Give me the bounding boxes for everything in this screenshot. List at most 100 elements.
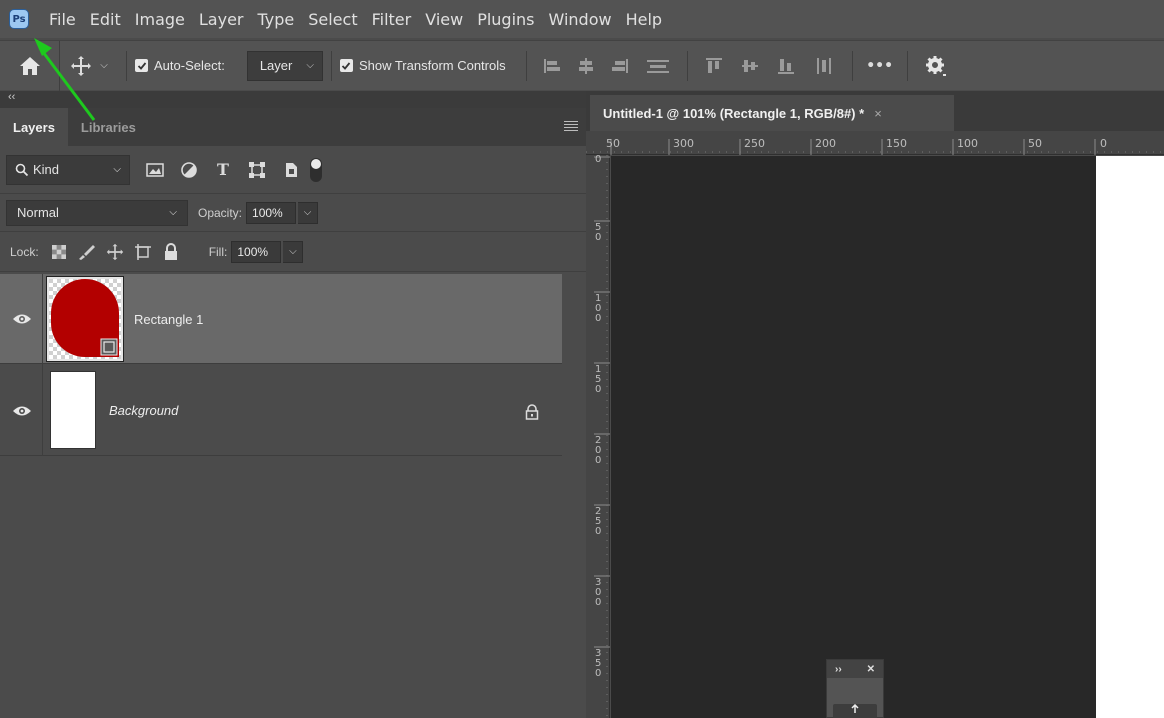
panel-tab-bar: Layers Libraries bbox=[0, 108, 586, 146]
photoshop-logo-icon[interactable]: Ps bbox=[9, 9, 29, 29]
ruler-label: 0 bbox=[1100, 137, 1107, 150]
align-top-icon[interactable] bbox=[696, 56, 732, 76]
checkbox-icon[interactable] bbox=[339, 59, 353, 72]
visibility-eye-icon[interactable] bbox=[12, 404, 32, 418]
logo-text: Ps bbox=[12, 13, 26, 25]
align-right-icon[interactable] bbox=[603, 56, 637, 76]
ruler-label: 50 bbox=[595, 222, 602, 243]
ruler-label: 200 bbox=[815, 137, 836, 150]
layer-thumbnail[interactable] bbox=[46, 276, 124, 362]
ruler-label: 300 bbox=[595, 577, 602, 608]
align-bottom-icon[interactable] bbox=[768, 56, 804, 76]
chevron-down-icon[interactable]: ⌵ bbox=[100, 60, 108, 71]
document-canvas[interactable] bbox=[1096, 156, 1164, 718]
menu-layer[interactable]: Layer bbox=[199, 10, 244, 29]
layer-row-rectangle-1[interactable]: Rectangle 1 bbox=[0, 274, 562, 364]
layers-list: Rectangle 1 Background bbox=[0, 274, 562, 456]
opacity-input[interactable]: 100% bbox=[246, 201, 297, 224]
expand-icon[interactable]: ›› bbox=[835, 664, 842, 675]
align-left-icon[interactable] bbox=[535, 56, 569, 76]
layer-name-background[interactable]: Background bbox=[109, 403, 178, 418]
show-transform-checkbox[interactable]: Show Transform Controls bbox=[339, 58, 506, 73]
search-icon bbox=[15, 163, 29, 176]
lock-position-icon[interactable] bbox=[101, 243, 129, 261]
opacity-label: Opacity: bbox=[198, 205, 243, 220]
checkbox-icon[interactable] bbox=[135, 59, 148, 72]
blend-mode-value: Normal bbox=[17, 205, 59, 220]
ruler-label: 100 bbox=[957, 137, 978, 150]
menu-window[interactable]: Window bbox=[549, 10, 612, 29]
menu-edit[interactable]: Edit bbox=[90, 10, 121, 29]
chevron-down-icon: ⌵ bbox=[306, 60, 314, 71]
type-layer-filter-icon[interactable]: T bbox=[206, 160, 240, 179]
adjustment-layer-filter-icon[interactable] bbox=[172, 161, 206, 179]
align-vcenter-icon[interactable] bbox=[732, 56, 768, 76]
layer-lock-icon[interactable] bbox=[525, 404, 539, 420]
dropdown-value: Layer bbox=[259, 58, 293, 73]
menu-select[interactable]: Select bbox=[308, 10, 357, 29]
menu-help[interactable]: Help bbox=[626, 10, 662, 29]
ruler-label: 50 bbox=[606, 137, 620, 150]
panel-menu-icon[interactable] bbox=[564, 121, 578, 131]
auto-select-target-dropdown[interactable]: Layer ⌵ bbox=[246, 50, 323, 81]
menu-type[interactable]: Type bbox=[257, 10, 294, 29]
layer-row-background[interactable]: Background bbox=[0, 364, 562, 456]
layer-filter-row: Kind ⌵ T bbox=[0, 146, 586, 194]
horizontal-ruler[interactable]: 50 300 250 200 150 100 50 0 bbox=[586, 131, 1164, 155]
more-options-icon[interactable]: ••• bbox=[861, 58, 899, 74]
pixel-layer-filter-icon[interactable] bbox=[138, 162, 172, 178]
chevron-down-icon: ⌵ bbox=[169, 207, 177, 218]
layer-name-rectangle-1[interactable]: Rectangle 1 bbox=[134, 312, 203, 327]
separator bbox=[686, 50, 688, 81]
menu-view[interactable]: View bbox=[425, 10, 463, 29]
separator bbox=[126, 50, 127, 81]
show-transform-label: Show Transform Controls bbox=[358, 58, 506, 73]
menu-filter[interactable]: Filter bbox=[372, 10, 412, 29]
tab-libraries[interactable]: Libraries bbox=[68, 108, 149, 146]
fill-dropdown-icon[interactable]: ⌵ bbox=[283, 240, 304, 263]
lock-all-icon[interactable] bbox=[157, 242, 185, 261]
ruler-label: 150 bbox=[886, 137, 907, 150]
document-tab[interactable]: Untitled-1 @ 101% (Rectangle 1, RGB/8#) … bbox=[590, 95, 954, 131]
document-tab-title: Untitled-1 @ 101% (Rectangle 1, RGB/8#) … bbox=[603, 105, 865, 121]
align-hcenter-icon[interactable] bbox=[569, 56, 603, 76]
menu-plugins[interactable]: Plugins bbox=[477, 10, 534, 29]
move-tool-icon[interactable]: ⌵ bbox=[60, 55, 118, 77]
close-icon[interactable]: ✕ bbox=[867, 664, 875, 675]
visibility-eye-icon[interactable] bbox=[12, 312, 32, 326]
canvas-pasteboard[interactable] bbox=[611, 156, 1164, 718]
document-tab-bar: Untitled-1 @ 101% (Rectangle 1, RGB/8#) … bbox=[586, 91, 1164, 131]
settings-gear-icon[interactable] bbox=[916, 54, 956, 78]
ruler-label: 150 bbox=[595, 364, 602, 395]
floating-panel-header: ›› ✕ bbox=[827, 660, 883, 678]
ruler-label: 250 bbox=[595, 506, 602, 537]
blend-mode-select[interactable]: Normal ⌵ bbox=[6, 199, 188, 226]
shape-layer-filter-icon[interactable] bbox=[240, 161, 274, 179]
filter-toggle-switch[interactable] bbox=[310, 157, 322, 182]
vertical-ruler[interactable]: 0 50 100 150 200 250 300 350 bbox=[586, 155, 610, 718]
panel-collapse-toggle[interactable]: ‹‹ bbox=[0, 91, 586, 108]
separator bbox=[851, 50, 853, 81]
auto-select-checkbox[interactable]: Auto-Select: bbox=[135, 58, 225, 73]
home-icon[interactable] bbox=[0, 40, 60, 91]
menu-image[interactable]: Image bbox=[135, 10, 185, 29]
tab-layers[interactable]: Layers bbox=[0, 108, 68, 146]
panel-tool-button[interactable] bbox=[833, 704, 877, 718]
opacity-dropdown-icon[interactable]: ⌵ bbox=[298, 201, 319, 224]
chevron-down-icon: ⌵ bbox=[113, 164, 121, 175]
filter-kind-select[interactable]: Kind ⌵ bbox=[6, 154, 130, 185]
ruler-label: 100 bbox=[595, 293, 602, 324]
lock-transparent-pixels-icon[interactable] bbox=[45, 244, 73, 260]
close-icon[interactable]: × bbox=[874, 106, 882, 121]
distribute-vertical-icon[interactable] bbox=[637, 56, 679, 76]
auto-select-label: Auto-Select: bbox=[154, 58, 225, 73]
smart-object-filter-icon[interactable] bbox=[274, 161, 308, 179]
lock-artboard-icon[interactable] bbox=[129, 243, 157, 261]
lock-image-pixels-icon[interactable] bbox=[73, 243, 101, 261]
distribute-horizontal-icon[interactable] bbox=[804, 56, 844, 76]
fill-input[interactable]: 100% bbox=[231, 240, 282, 263]
layer-thumbnail[interactable] bbox=[50, 371, 96, 449]
row-divider bbox=[42, 364, 43, 456]
menu-file[interactable]: File bbox=[49, 10, 76, 29]
cursor-icon bbox=[851, 704, 859, 713]
